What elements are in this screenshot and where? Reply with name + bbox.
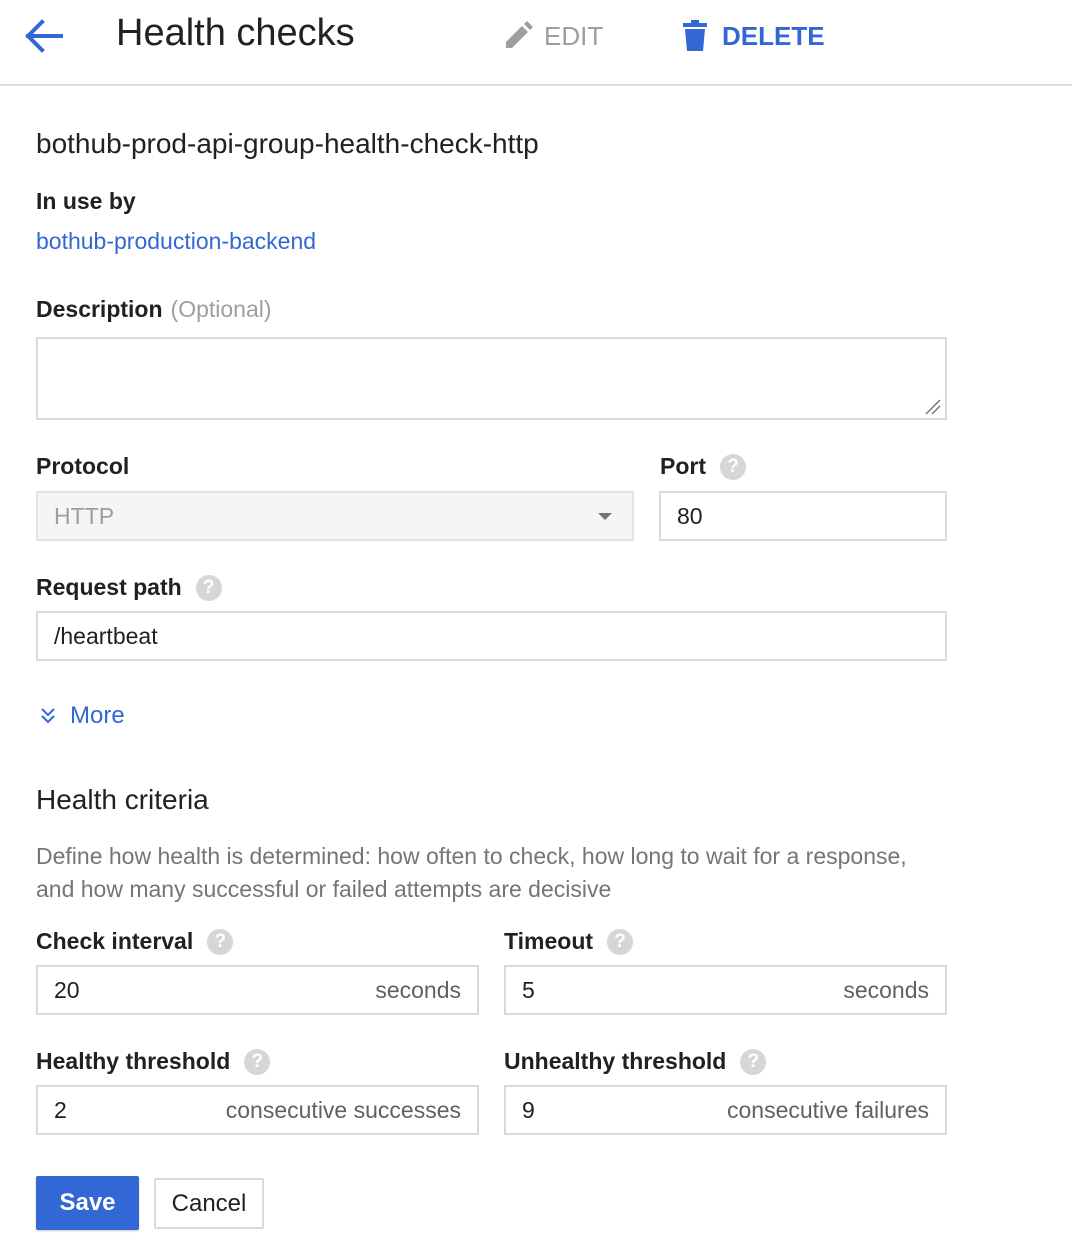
check-interval-value: 20 (54, 976, 80, 1003)
delete-label: DELETE (722, 20, 825, 51)
help-icon[interactable]: ? (207, 928, 234, 955)
optional-hint: (Optional) (170, 296, 272, 322)
protocol-select: HTTP (36, 491, 634, 541)
health-check-name: bothub-prod-api-group-health-check-http (36, 128, 539, 159)
unhealthy-threshold-field[interactable]: 9 consecutive failures (504, 1085, 947, 1135)
top-bar: Health checks EDIT DELETE (0, 0, 1072, 86)
dropdown-arrow-icon (598, 512, 612, 520)
timeout-field[interactable]: 5 seconds (504, 965, 947, 1015)
help-icon[interactable]: ? (720, 453, 746, 480)
request-path-label: Request path ? (36, 574, 222, 601)
description-field[interactable] (36, 337, 947, 420)
delete-button[interactable]: DELETE (682, 16, 825, 56)
healthy-threshold-label: Healthy threshold ? (36, 1048, 271, 1075)
healthy-threshold-label-text: Healthy threshold (36, 1048, 231, 1074)
unhealthy-threshold-unit: consecutive failures (727, 1096, 929, 1123)
backend-link[interactable]: bothub-production-backend (36, 228, 316, 255)
protocol-label: Protocol (36, 453, 130, 479)
check-interval-label: Check interval ? (36, 928, 234, 955)
arrow-left-icon[interactable] (24, 18, 64, 54)
port-label-text: Port (660, 453, 706, 479)
timeout-label: Timeout ? (504, 928, 634, 955)
more-label: More (70, 702, 125, 729)
description-label: Description (Optional) (36, 296, 272, 323)
in-use-by-label: In use by (36, 188, 136, 214)
request-path-field[interactable]: /heartbeat (36, 611, 947, 661)
edit-button[interactable]: EDIT (502, 16, 603, 56)
help-icon[interactable]: ? (244, 1048, 271, 1075)
healthy-threshold-unit: consecutive successes (225, 1096, 461, 1123)
port-field[interactable]: 80 (659, 491, 947, 541)
request-path-value: /heartbeat (54, 622, 158, 649)
check-interval-unit: seconds (375, 976, 461, 1003)
unhealthy-threshold-value: 9 (522, 1096, 535, 1123)
page-title: Health checks (116, 12, 355, 54)
health-criteria-description: Define how health is determined: how oft… (36, 843, 907, 902)
timeout-label-text: Timeout (504, 928, 594, 954)
save-button[interactable]: Save (36, 1176, 139, 1230)
healthy-threshold-value: 2 (54, 1096, 67, 1123)
edit-label: EDIT (544, 20, 604, 51)
help-icon[interactable]: ? (740, 1048, 767, 1075)
help-icon[interactable]: ? (195, 574, 222, 601)
health-criteria-title: Health criteria (36, 784, 209, 815)
check-interval-label-text: Check interval (36, 928, 194, 954)
check-interval-field[interactable]: 20 seconds (36, 965, 479, 1015)
protocol-value: HTTP (54, 502, 115, 529)
description-label-text: Description (36, 296, 163, 322)
port-value: 80 (677, 502, 703, 529)
more-toggle[interactable]: More (38, 702, 125, 730)
request-path-label-text: Request path (36, 574, 182, 600)
timeout-value: 5 (522, 976, 535, 1003)
timeout-unit: seconds (843, 976, 929, 1003)
unhealthy-threshold-label-text: Unhealthy threshold (504, 1048, 727, 1074)
port-label: Port ? (660, 453, 746, 480)
help-icon[interactable]: ? (607, 928, 634, 955)
trash-icon (683, 20, 707, 51)
cancel-button[interactable]: Cancel (154, 1178, 264, 1229)
resize-grip-icon[interactable] (924, 398, 942, 416)
double-chevron-down-icon (41, 708, 55, 724)
pencil-icon (506, 21, 533, 48)
unhealthy-threshold-label: Unhealthy threshold ? (504, 1048, 767, 1075)
healthy-threshold-field[interactable]: 2 consecutive successes (36, 1085, 479, 1135)
